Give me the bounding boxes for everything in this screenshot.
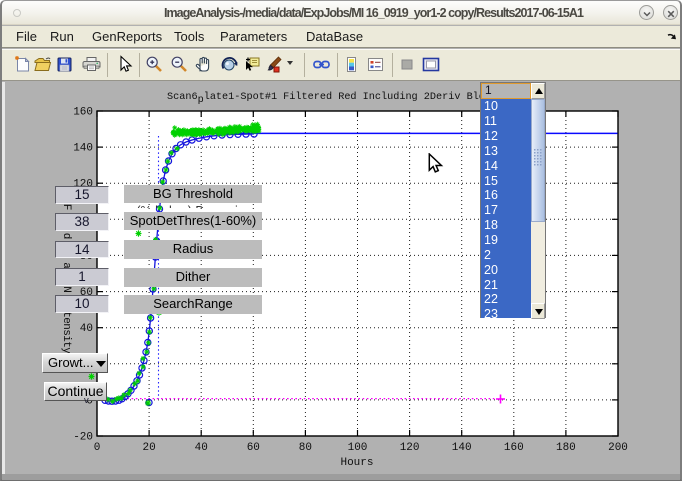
svg-text:200: 200 xyxy=(608,442,628,454)
svg-text:80: 80 xyxy=(299,442,312,454)
svg-text:40: 40 xyxy=(80,323,93,335)
svg-text:-20: -20 xyxy=(73,432,93,444)
svg-text:120: 120 xyxy=(400,442,420,454)
svg-text:180: 180 xyxy=(556,442,576,454)
svg-text:140: 140 xyxy=(73,143,93,155)
svg-text:140: 140 xyxy=(452,442,472,454)
svg-text:160: 160 xyxy=(504,442,524,454)
svg-text:N: N xyxy=(60,286,72,293)
svg-text:d: d xyxy=(60,233,72,240)
svg-text:F: F xyxy=(60,204,72,211)
svg-text:0: 0 xyxy=(94,442,101,454)
svg-text:60: 60 xyxy=(247,442,260,454)
svg-text:40: 40 xyxy=(195,442,208,454)
svg-text:160: 160 xyxy=(73,107,93,119)
svg-text:20: 20 xyxy=(142,442,155,454)
svg-text:Hours: Hours xyxy=(340,457,373,469)
svg-text:100: 100 xyxy=(348,442,368,454)
